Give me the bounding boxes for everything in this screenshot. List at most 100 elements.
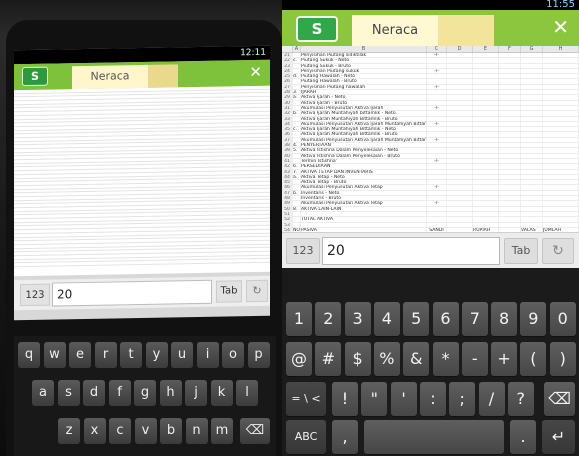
table-cell[interactable] — [543, 79, 579, 84]
table-cell[interactable] — [293, 158, 301, 164]
table-cell[interactable]: -/- — [427, 158, 447, 164]
table-cell[interactable] — [473, 95, 499, 100]
table-cell[interactable] — [293, 222, 301, 227]
table-cell[interactable] — [473, 74, 499, 79]
table-cell[interactable]: Aktiva Istishna Dalam Penyelesaian - Bru… — [301, 153, 427, 158]
table-cell[interactable]: Inventaris - Bruto — [301, 196, 427, 201]
key-symbol[interactable]: ; — [449, 382, 476, 416]
key-symbol[interactable]: # — [315, 342, 342, 376]
abc-key[interactable]: ABC — [286, 420, 326, 454]
table-cell[interactable]: PENYERTAAN — [301, 143, 427, 148]
table-cell[interactable]: a. — [293, 95, 301, 100]
table-cell[interactable] — [543, 153, 579, 158]
table-cell[interactable] — [499, 180, 521, 185]
key-symbol[interactable]: & — [403, 342, 430, 376]
table-cell[interactable] — [301, 222, 427, 227]
key-g[interactable]: g — [134, 380, 156, 406]
table-cell[interactable] — [427, 153, 447, 158]
refresh-icon[interactable]: ↻ — [246, 279, 268, 303]
table-cell[interactable] — [543, 169, 579, 174]
table-cell[interactable] — [427, 196, 447, 201]
table-cell[interactable] — [447, 95, 473, 100]
key-5[interactable]: 5 — [403, 302, 430, 336]
table-cell[interactable] — [543, 185, 579, 190]
table-cell[interactable]: AKTIVA LAIN-LAIN — [301, 206, 427, 211]
table-cell[interactable]: b. — [293, 111, 301, 116]
table-cell[interactable] — [543, 63, 579, 68]
key-8[interactable]: 8 — [491, 302, 518, 336]
table-cell[interactable]: c. — [293, 127, 301, 132]
table-cell[interactable]: Aktiva Istishna Dalam Penyelesaian - Net… — [301, 148, 427, 153]
table-cell[interactable] — [447, 148, 473, 153]
key-k[interactable]: k — [210, 380, 233, 406]
column-header[interactable]: A — [293, 46, 301, 52]
table-cell[interactable] — [293, 185, 301, 190]
table-cell[interactable] — [427, 63, 447, 68]
table-cell[interactable] — [543, 100, 579, 105]
table-cell[interactable] — [293, 121, 301, 127]
table-cell[interactable] — [543, 180, 579, 185]
key-u[interactable]: u — [171, 342, 193, 368]
table-cell[interactable] — [499, 169, 521, 174]
table-cell[interactable] — [521, 90, 543, 95]
table-cell[interactable] — [473, 111, 499, 116]
table-cell[interactable] — [521, 127, 543, 132]
table-cell[interactable]: Piutang Hawalah - Bruto — [301, 79, 427, 84]
table-cell[interactable] — [499, 148, 521, 153]
table-cell[interactable] — [521, 180, 543, 185]
table-cell[interactable]: Penyisihan Piutang hawalah — [301, 84, 427, 90]
key-period[interactable]: . — [510, 420, 536, 454]
key-m[interactable]: m — [211, 418, 233, 444]
table-cell[interactable] — [427, 211, 447, 217]
table-cell[interactable]: Akumulasi Penyusutan Aktiva Tetap — [301, 201, 427, 206]
table-cell[interactable] — [473, 222, 499, 227]
tab-extra[interactable] — [148, 64, 178, 88]
key-d[interactable]: d — [83, 380, 105, 406]
key-symbol[interactable]: / — [478, 382, 505, 416]
table-cell[interactable] — [473, 201, 499, 206]
tab-button[interactable]: Tab — [216, 280, 242, 303]
table-cell[interactable] — [521, 164, 543, 169]
table-cell[interactable] — [499, 190, 521, 196]
table-cell[interactable]: Penyisihan Piutang sidiktilak — [301, 53, 427, 58]
table-cell[interactable] — [499, 211, 521, 217]
table-cell[interactable] — [473, 132, 499, 137]
key-c[interactable]: c — [109, 418, 131, 444]
table-cell[interactable] — [447, 58, 473, 63]
table-cell[interactable] — [521, 68, 543, 74]
table-cell[interactable] — [447, 174, 473, 180]
table-cell[interactable] — [543, 164, 579, 169]
backspace-key[interactable]: ⌫ — [240, 418, 270, 444]
space-key[interactable] — [364, 420, 504, 454]
table-cell[interactable] — [543, 158, 579, 164]
key-e[interactable]: e — [69, 342, 91, 368]
table-cell[interactable] — [473, 63, 499, 68]
key-j[interactable]: j — [185, 380, 207, 406]
key-symbol[interactable]: ? — [507, 382, 534, 416]
table-cell[interactable] — [447, 121, 473, 127]
table-cell[interactable] — [427, 180, 447, 185]
table-cell[interactable] — [521, 201, 543, 206]
table-cell[interactable] — [473, 79, 499, 84]
key-f[interactable]: f — [108, 380, 131, 406]
key-comma[interactable]: , — [332, 420, 358, 454]
table-cell[interactable] — [293, 217, 301, 222]
table-cell[interactable] — [543, 74, 579, 79]
table-cell[interactable] — [293, 132, 301, 137]
table-cell[interactable] — [473, 137, 499, 143]
table-cell[interactable] — [473, 116, 499, 121]
table-cell[interactable] — [473, 206, 499, 211]
table-cell[interactable] — [473, 58, 499, 63]
table-cell[interactable] — [499, 111, 521, 116]
table-cell[interactable]: -/- — [427, 201, 447, 206]
key-9[interactable]: 9 — [520, 302, 547, 336]
table-cell[interactable] — [473, 169, 499, 174]
tab-neraca[interactable]: Neraca — [352, 15, 438, 46]
table-cell[interactable] — [447, 116, 473, 121]
table-cell[interactable]: b. — [293, 190, 301, 196]
tab-button[interactable]: Tab — [504, 238, 538, 264]
table-cell[interactable] — [521, 63, 543, 68]
key-t[interactable]: t — [120, 342, 142, 368]
table-cell[interactable] — [543, 121, 579, 127]
table-cell[interactable] — [473, 190, 499, 196]
